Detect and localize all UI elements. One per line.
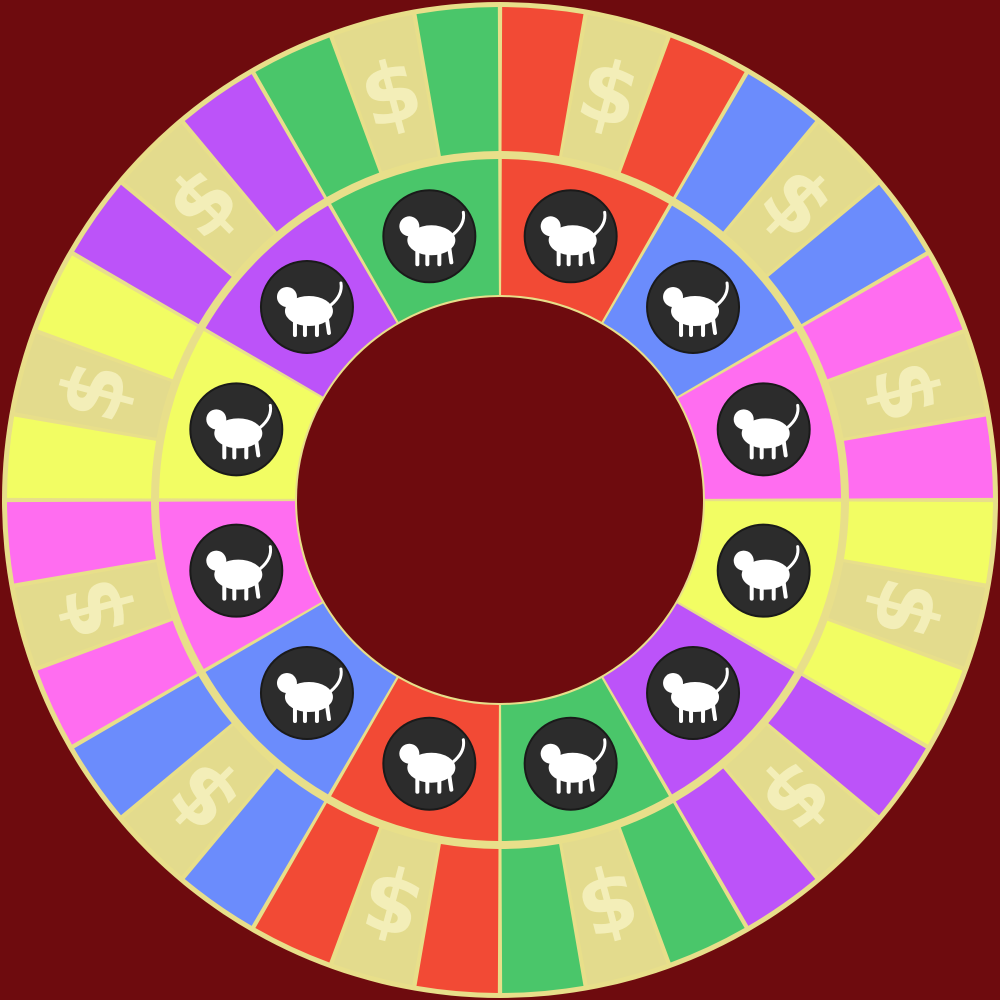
animal-head [399, 743, 420, 764]
wheel-hub[interactable] [297, 297, 703, 703]
animal-head [540, 743, 561, 764]
tiger-icon [189, 382, 284, 477]
goat-icon [716, 382, 811, 477]
dragon-icon [382, 189, 477, 284]
animal-head [663, 286, 684, 307]
dog-icon [523, 716, 618, 811]
animal-head [206, 409, 227, 430]
animal-head [399, 216, 420, 237]
prize-wheel[interactable]: $$$$$$$$$$$$ [0, 0, 1000, 1000]
rabbit-icon [259, 259, 354, 354]
snake-icon [523, 189, 618, 284]
horse-icon [646, 259, 741, 354]
animal-head [663, 673, 684, 694]
animal-head [733, 550, 754, 571]
rat-icon [259, 646, 354, 741]
animal-head [733, 409, 754, 430]
animal-head [276, 673, 297, 694]
rooster-icon [646, 646, 741, 741]
animal-head [276, 286, 297, 307]
animal-head [540, 216, 561, 237]
ox-icon [189, 523, 284, 618]
animal-head [206, 550, 227, 571]
monkey-icon [716, 523, 811, 618]
pig-icon [382, 716, 477, 811]
